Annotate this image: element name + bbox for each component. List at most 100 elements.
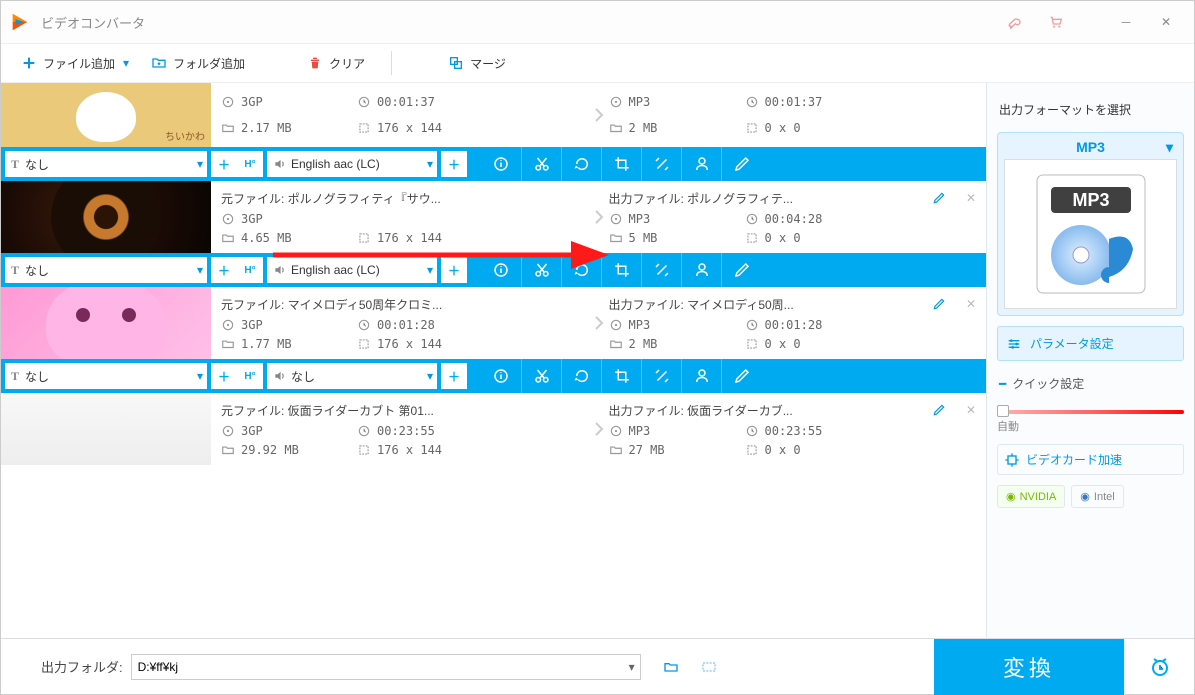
main-area: 3GP 00:01:37 2.17 MB 176 x 144 MP3 00:: [1, 83, 1194, 638]
footer: 出力フォルダ: ▾ 変換: [1, 638, 1194, 694]
item-controls: T なし▾ ＋ H° English aac (LC)▾ ＋: [1, 253, 986, 287]
effects-icon[interactable]: [641, 359, 681, 393]
rotate-icon[interactable]: [561, 147, 601, 181]
add-subtitle-button[interactable]: ＋: [211, 363, 237, 389]
cart-icon[interactable]: [1036, 2, 1076, 42]
info-icon[interactable]: [481, 253, 521, 287]
disc-icon: [221, 212, 235, 226]
dimensions-icon: [357, 121, 371, 135]
titlebar: ビデオコンバータ ─ ✕: [1, 1, 1194, 43]
edit-icon[interactable]: [721, 253, 761, 287]
license-key-icon[interactable]: [996, 2, 1036, 42]
source-info: 元ファイル: 仮面ライダーカブト 第01... 3GP 00:23:55 29.…: [211, 393, 599, 465]
gpu-accel-button[interactable]: ビデオカード加速: [997, 444, 1184, 475]
subtitle-options-button[interactable]: H°: [237, 257, 263, 283]
pencil-icon[interactable]: [932, 403, 946, 417]
folder-icon: [221, 231, 235, 245]
file-list: 3GP 00:01:37 2.17 MB 176 x 144 MP3 00:: [1, 83, 986, 638]
disc-icon: [221, 318, 235, 332]
disc-icon: [221, 95, 235, 109]
thumbnail[interactable]: [1, 181, 211, 253]
schedule-button[interactable]: [1124, 639, 1194, 695]
audio-track-select[interactable]: English aac (LC)▾: [267, 151, 437, 177]
subtitle-options-button[interactable]: H°: [237, 151, 263, 177]
format-title: 出力フォーマットを選択: [999, 101, 1182, 118]
subtitle-select[interactable]: T なし▾: [5, 363, 207, 389]
crop-icon[interactable]: [601, 359, 641, 393]
add-audio-button[interactable]: ＋: [441, 363, 467, 389]
output-filename: 出力ファイル: マイメロディ50周...✕: [609, 296, 977, 313]
parameter-settings-button[interactable]: パラメータ設定: [997, 326, 1184, 361]
minimize-button[interactable]: ─: [1106, 2, 1146, 42]
add-folder-button[interactable]: フォルダ追加: [143, 51, 253, 76]
output-settings-button[interactable]: [701, 659, 717, 675]
clock-icon: [745, 212, 759, 226]
subtitle-select[interactable]: T なし▾: [5, 151, 207, 177]
crop-icon[interactable]: [601, 147, 641, 181]
source-info: 3GP 00:01:37 2.17 MB 176 x 144: [211, 83, 599, 147]
add-subtitle-button[interactable]: ＋: [211, 257, 237, 283]
chip-icon: [1004, 452, 1020, 468]
audio-track-select[interactable]: English aac (LC)▾: [267, 257, 437, 283]
info-icon[interactable]: [481, 147, 521, 181]
thumbnail[interactable]: [1, 287, 211, 359]
clock-icon: [357, 424, 371, 438]
remove-item-button[interactable]: ✕: [966, 191, 976, 205]
dimensions-icon: [357, 443, 371, 457]
add-audio-button[interactable]: ＋: [441, 257, 467, 283]
arrow-right-icon: [582, 83, 616, 147]
cut-icon[interactable]: [521, 253, 561, 287]
add-file-button[interactable]: ファイル追加 ▾: [13, 51, 137, 76]
quality-slider[interactable]: 自動: [997, 406, 1184, 434]
close-button[interactable]: ✕: [1146, 2, 1186, 42]
pencil-icon[interactable]: [932, 191, 946, 205]
main-toolbar: ファイル追加 ▾ フォルダ追加 クリア マージ: [1, 43, 1194, 83]
thumbnail[interactable]: [1, 83, 211, 147]
crop-icon[interactable]: [601, 253, 641, 287]
edit-icon[interactable]: [721, 359, 761, 393]
remove-item-button[interactable]: ✕: [966, 297, 976, 311]
effects-icon[interactable]: [641, 147, 681, 181]
subtitle-select[interactable]: T なし▾: [5, 257, 207, 283]
watermark-icon[interactable]: [681, 147, 721, 181]
output-folder-input[interactable]: [131, 654, 641, 680]
output-filename: 出力ファイル: ポルノグラフィテ...✕: [609, 190, 977, 207]
remove-item-button[interactable]: ✕: [966, 403, 976, 417]
rotate-icon[interactable]: [561, 253, 601, 287]
open-folder-button[interactable]: [663, 659, 679, 675]
output-format-selector[interactable]: MP3 ▾ MP3: [997, 132, 1184, 316]
thumbnail[interactable]: [1, 393, 211, 465]
cut-icon[interactable]: [521, 147, 561, 181]
info-icon[interactable]: [481, 359, 521, 393]
add-audio-button[interactable]: ＋: [441, 151, 467, 177]
chevron-down-icon: ▾: [197, 157, 203, 171]
cut-icon[interactable]: [521, 359, 561, 393]
edit-icon[interactable]: [721, 147, 761, 181]
toolbar-separator: [391, 51, 392, 75]
audio-track-select[interactable]: なし▾: [267, 363, 437, 389]
slider-auto-label: 自動: [997, 418, 1184, 434]
convert-button[interactable]: 変換: [934, 639, 1124, 695]
merge-button[interactable]: マージ: [440, 51, 514, 76]
arrow-right-icon: [582, 181, 616, 253]
watermark-icon[interactable]: [681, 253, 721, 287]
pencil-icon[interactable]: [932, 297, 946, 311]
rotate-icon[interactable]: [561, 359, 601, 393]
chevron-down-icon: ▾: [123, 56, 129, 70]
file-item: 元ファイル: 仮面ライダーカブト 第01... 3GP 00:23:55 29.…: [1, 393, 986, 465]
clock-icon: [357, 95, 371, 109]
output-info: 出力ファイル: 仮面ライダーカブ...✕ MP3 00:23:55 27 MB …: [599, 393, 987, 465]
clear-button[interactable]: クリア: [299, 51, 373, 76]
file-item: 3GP 00:01:37 2.17 MB 176 x 144 MP3 00:: [1, 83, 986, 181]
effects-icon[interactable]: [641, 253, 681, 287]
trash-icon: [307, 55, 323, 71]
subtitle-options-button[interactable]: H°: [237, 363, 263, 389]
quick-settings-label: ━ クイック設定: [997, 371, 1184, 396]
source-filename: 元ファイル: マイメロディ50周年クロミ...: [221, 296, 589, 313]
folder-icon: [221, 337, 235, 351]
add-subtitle-button[interactable]: ＋: [211, 151, 237, 177]
chevron-down-icon: ▾: [1166, 139, 1173, 156]
add-file-label: ファイル追加: [43, 55, 115, 72]
watermark-icon[interactable]: [681, 359, 721, 393]
item-controls: T なし▾ ＋ H° English aac (LC)▾ ＋: [1, 147, 986, 181]
